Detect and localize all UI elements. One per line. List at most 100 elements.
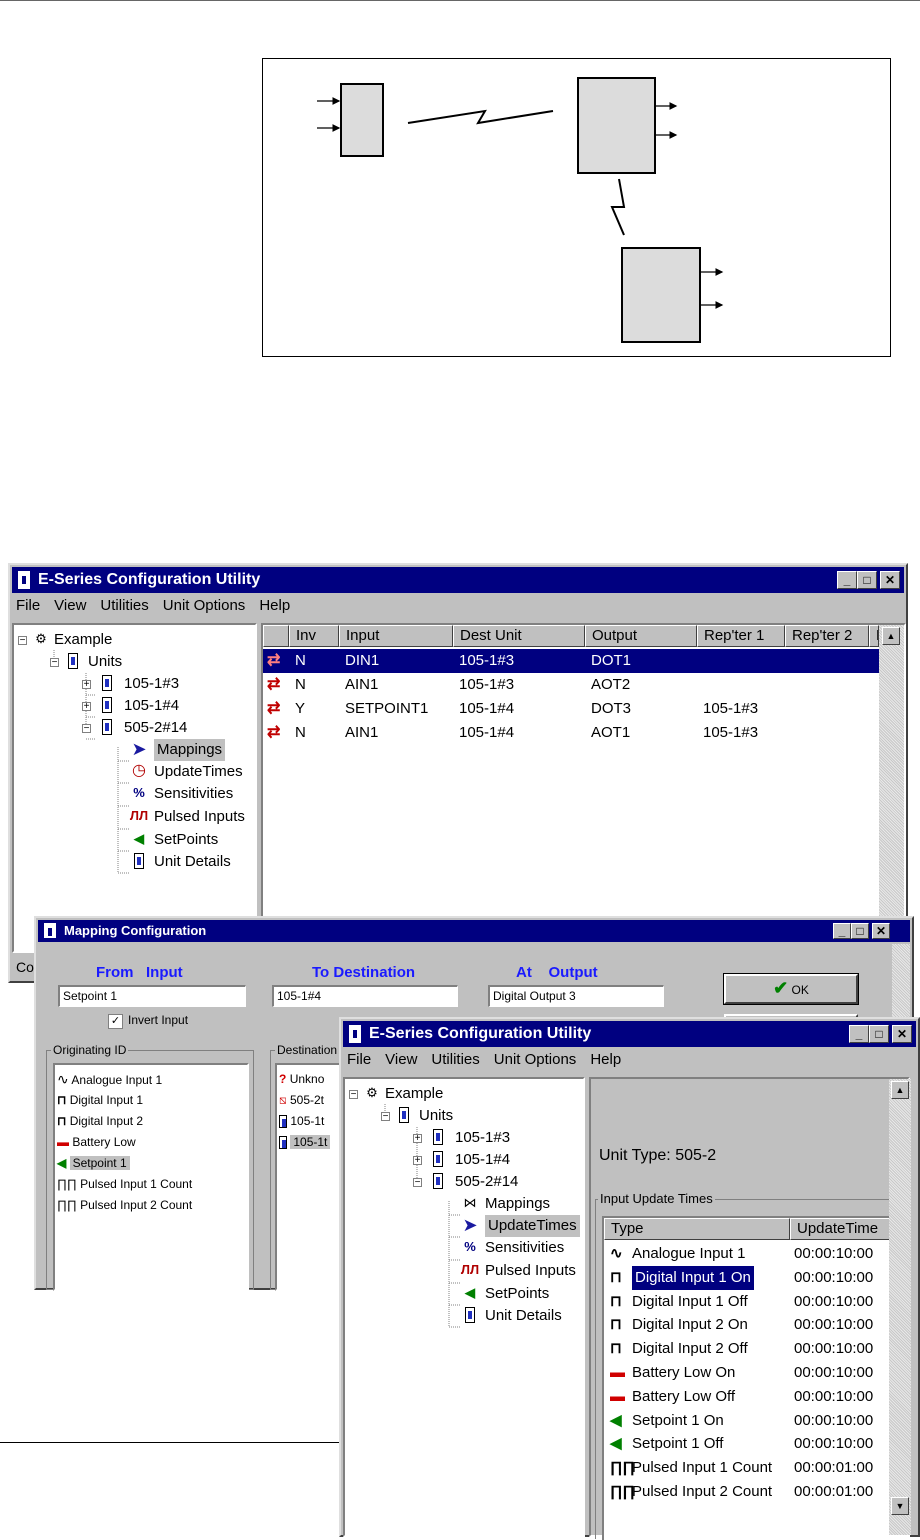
- table-row[interactable]: ◀ Setpoint 1 On 00:00:10:00: [604, 1409, 894, 1433]
- menu-utilities[interactable]: Utilities: [431, 1051, 479, 1073]
- col-input-header[interactable]: Input: [339, 625, 453, 647]
- maximize-button[interactable]: □: [857, 571, 877, 589]
- unit-device-icon: [461, 1306, 479, 1324]
- table-row[interactable]: ▬ Battery Low On 00:00:10:00: [604, 1361, 894, 1385]
- col-inv-header[interactable]: Inv: [289, 625, 339, 647]
- expand-icon[interactable]: +: [82, 702, 91, 712]
- list-item[interactable]: ∿ Analogue Input 1: [57, 1069, 162, 1089]
- second-tree-panel[interactable]: − ⚙ Example − Units + 105-1#3 + 105-1#4 …: [343, 1077, 585, 1537]
- unit-box-main: [577, 77, 656, 174]
- list-item[interactable]: ∏∏ Pulsed Input 1 Count: [57, 1174, 192, 1194]
- list-item[interactable]: ▬ Battery Low: [57, 1132, 136, 1152]
- menu-help[interactable]: Help: [259, 597, 290, 619]
- ok-button[interactable]: ✔ OK: [723, 973, 859, 1005]
- scroll-up-button[interactable]: ▲: [882, 627, 900, 645]
- expand-icon[interactable]: +: [413, 1134, 422, 1144]
- list-item[interactable]: ? Unkno: [279, 1069, 324, 1089]
- table-row[interactable]: ∏∏ Pulsed Input 2 Count 00:00:01:00: [604, 1480, 894, 1504]
- close-button[interactable]: ✕: [872, 923, 890, 939]
- col-icon-header[interactable]: [263, 625, 289, 647]
- table-row[interactable]: ⇄ N AIN1 105-1#3 AOT2: [263, 673, 879, 697]
- collapse-icon[interactable]: −: [413, 1178, 422, 1188]
- scroll-up-button[interactable]: ▲: [891, 1081, 909, 1099]
- menu-view[interactable]: View: [385, 1051, 417, 1073]
- expand-icon[interactable]: +: [413, 1156, 422, 1166]
- dialog-titlebar[interactable]: Mapping Configuration _ □ ✕: [38, 920, 910, 942]
- list-item[interactable]: 105-1t: [279, 1111, 324, 1131]
- minimize-button[interactable]: _: [837, 571, 857, 589]
- footnote-rule: [0, 1442, 340, 1443]
- invert-input-checkbox[interactable]: ✓: [108, 1014, 123, 1029]
- collapse-icon[interactable]: −: [18, 636, 27, 646]
- collapse-icon[interactable]: −: [50, 658, 59, 668]
- list-item[interactable]: ∏∏ Pulsed Input 2 Count: [57, 1195, 192, 1215]
- menu-view[interactable]: View: [54, 597, 86, 619]
- collapse-icon[interactable]: −: [82, 724, 91, 734]
- table-row[interactable]: ∿ Analogue Input 1 00:00:10:00: [604, 1242, 894, 1266]
- second-vertical-scrollbar[interactable]: ▲ ▼: [889, 1079, 911, 1535]
- col-rep2-header[interactable]: Rep'ter 2: [785, 625, 869, 647]
- table-row[interactable]: ⊓ Digital Input 1 Off 00:00:10:00: [604, 1290, 894, 1314]
- list-item[interactable]: ⊓ Digital Input 2: [57, 1111, 143, 1131]
- menu-file[interactable]: File: [347, 1051, 371, 1073]
- close-button[interactable]: ✕: [880, 571, 900, 589]
- main-titlebar[interactable]: E-Series Configuration Utility _ □ ✕: [12, 567, 904, 593]
- update-times-panel: Unit Type: 505-2 Input Update Times Type…: [589, 1077, 910, 1540]
- table-row[interactable]: ◀ Setpoint 1 Off 00:00:10:00: [604, 1432, 894, 1456]
- at-output-field[interactable]: Digital Output 3: [488, 985, 664, 1007]
- app-icon: [44, 923, 56, 938]
- table-row[interactable]: ⊓ Digital Input 1 On 00:00:10:00: [604, 1265, 894, 1290]
- pulse-train-icon: ЛЛ: [460, 1262, 480, 1277]
- menu-utilities[interactable]: Utilities: [100, 597, 148, 619]
- minimize-button[interactable]: _: [849, 1025, 869, 1043]
- main-tree-panel[interactable]: − ⚙ Example − Units + 105-1#3 + 105-1#4 …: [12, 623, 257, 953]
- table-row[interactable]: ⊓ Digital Input 2 Off 00:00:10:00: [604, 1337, 894, 1361]
- col-updatetime-header[interactable]: UpdateTime: [790, 1218, 894, 1240]
- status-bar-text: Co: [16, 959, 34, 975]
- menu-help[interactable]: Help: [590, 1051, 621, 1073]
- to-destination-field[interactable]: 105-1#4: [272, 985, 458, 1007]
- digital-pulse-icon: ⊓: [610, 1292, 622, 1310]
- second-titlebar[interactable]: E-Series Configuration Utility _ □ ✕: [343, 1021, 916, 1047]
- list-item[interactable]: ⧅ 505-2t: [279, 1090, 324, 1110]
- table-row[interactable]: ⇄ N AIN1 105-1#4 AOT1 105-1#3: [263, 721, 879, 745]
- col-rep1-header[interactable]: Rep'ter 1: [697, 625, 785, 647]
- maximize-button[interactable]: □: [851, 923, 869, 939]
- mapping-arrows-icon: ⇄: [267, 676, 281, 693]
- from-input-field[interactable]: Setpoint 1: [58, 985, 246, 1007]
- maximize-button[interactable]: □: [869, 1025, 889, 1043]
- col-output-header[interactable]: Output: [585, 625, 697, 647]
- close-button[interactable]: ✕: [892, 1025, 912, 1043]
- col-type-header[interactable]: Type: [604, 1218, 790, 1240]
- invert-input-label: Invert Input: [128, 1013, 189, 1027]
- pulse-train-icon: ∏∏: [57, 1177, 77, 1191]
- menu-unit-options[interactable]: Unit Options: [163, 597, 246, 619]
- collapse-icon[interactable]: −: [381, 1112, 390, 1122]
- unit-device-icon: [279, 1115, 287, 1129]
- menu-unit-options[interactable]: Unit Options: [494, 1051, 577, 1073]
- list-item[interactable]: ⊓ Digital Input 1: [57, 1090, 143, 1110]
- menu-file[interactable]: File: [16, 597, 40, 619]
- minimize-button[interactable]: _: [833, 923, 851, 939]
- table-row[interactable]: ⊓ Digital Input 2 On 00:00:10:00: [604, 1313, 894, 1337]
- unit-disabled-icon: ⧅: [279, 1093, 287, 1107]
- scroll-down-button[interactable]: ▼: [891, 1497, 909, 1515]
- percent-icon: %: [464, 1239, 476, 1254]
- table-row[interactable]: ⇄ Y SETPOINT1 105-1#4 DOT3 105-1#3: [263, 697, 879, 721]
- mappings-bowtie-icon: ⋈: [463, 1195, 477, 1210]
- vertical-scrollbar[interactable]: ▲: [879, 625, 904, 961]
- col-f-header[interactable]: F: [869, 625, 879, 647]
- battery-icon: ▬: [57, 1135, 69, 1149]
- list-item[interactable]: ◀ Setpoint 1: [57, 1153, 130, 1173]
- mappings-list-panel[interactable]: Inv Input Dest Unit Output Rep'ter 1 Rep…: [261, 623, 906, 963]
- unit-device-icon: [429, 1150, 447, 1168]
- list-item[interactable]: 105-1t: [279, 1132, 331, 1152]
- col-dest-header[interactable]: Dest Unit: [453, 625, 585, 647]
- expand-icon[interactable]: +: [82, 680, 91, 690]
- table-row[interactable]: ∏∏ Pulsed Input 1 Count 00:00:01:00: [604, 1456, 894, 1480]
- table-row[interactable]: ⇄ N DIN1 105-1#3 DOT1: [263, 649, 879, 673]
- update-times-table[interactable]: Type UpdateTime ∿ Analogue Input 1 00:00:1…: [602, 1216, 894, 1540]
- table-row[interactable]: ▬ Battery Low Off 00:00:10:00: [604, 1385, 894, 1409]
- collapse-icon[interactable]: −: [349, 1090, 358, 1100]
- originating-id-list[interactable]: ∿ Analogue Input 1 ⊓ Digital Input 1 ⊓ D…: [53, 1063, 249, 1291]
